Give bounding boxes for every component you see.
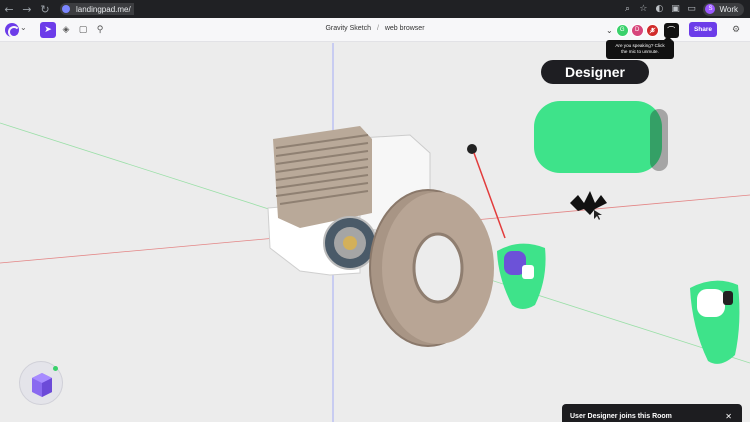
browser-actions: ⌕ ☆ ◐ ▣ ▭ S Work	[619, 0, 750, 18]
mouse-cursor-icon	[594, 210, 602, 220]
breadcrumb-page[interactable]: web browser	[385, 25, 425, 32]
3d-viewport[interactable]: Designer	[0, 43, 750, 422]
chevron-down-icon[interactable]: ⌄	[606, 26, 613, 35]
profile-label: Work	[719, 4, 738, 14]
reload-icon[interactable]: ↻	[36, 0, 54, 18]
back-icon[interactable]: ←	[0, 0, 18, 18]
tooltip-line: the mic to unmute.	[621, 49, 659, 54]
designer-name-tag: Designer	[541, 60, 649, 84]
address-bar[interactable]: landingpad.me/	[60, 3, 134, 15]
avatar[interactable]: G	[615, 23, 629, 37]
close-icon[interactable]: ✕	[725, 412, 732, 421]
app-toolbar: ⌄ ➤ ◈ ▢ ⚲ Gravity Sketch / web browser ⌄…	[0, 18, 750, 42]
sidebar-panel-icon[interactable]: ▭	[683, 0, 699, 18]
star-icon[interactable]: ☆	[635, 0, 651, 18]
browser-chrome: ← → ↻ landingpad.me/ ⌕ ☆ ◐ ▣ ▭ S Work	[0, 0, 750, 18]
toast-message: User Designer joins this Room	[570, 413, 672, 420]
breadcrumb-app[interactable]: Gravity Sketch	[325, 25, 371, 32]
status-dot	[53, 366, 58, 371]
forward-icon[interactable]: →	[18, 0, 36, 18]
pointer-dot	[467, 144, 477, 154]
engine-cylinder-fins	[273, 126, 372, 228]
profile-button[interactable]: S Work	[703, 2, 744, 16]
view-cube-icon[interactable]	[19, 361, 63, 405]
site-info-icon[interactable]	[60, 3, 72, 15]
zoom-icon[interactable]: ⌕	[619, 0, 635, 18]
join-notification-toast: User Designer joins this Room ✕	[562, 404, 742, 422]
scene-canvas[interactable]	[0, 43, 750, 422]
url-text: landingpad.me/	[76, 4, 131, 14]
avatar[interactable]: D	[630, 23, 644, 37]
extension-icon[interactable]: ◐	[651, 0, 667, 18]
right-controller	[690, 280, 740, 364]
flywheel-model	[369, 189, 494, 347]
mic-tooltip: Are you speaking? Click the mic to unmut…	[606, 36, 674, 59]
app-window: ← → ↻ landingpad.me/ ⌕ ☆ ◐ ▣ ▭ S Work ⌄ …	[0, 0, 750, 422]
extensions-puzzle-icon[interactable]: ▣	[667, 0, 683, 18]
mic-muted-icon[interactable]	[645, 23, 659, 37]
designer-avatar-head	[534, 101, 668, 173]
voice-activity-icon	[570, 191, 607, 215]
breadcrumb-separator: /	[376, 25, 379, 32]
left-controller	[497, 243, 546, 309]
share-button[interactable]: Share	[689, 22, 717, 37]
avatar: S	[705, 4, 716, 14]
settings-icon[interactable]: ⚙	[729, 22, 743, 37]
